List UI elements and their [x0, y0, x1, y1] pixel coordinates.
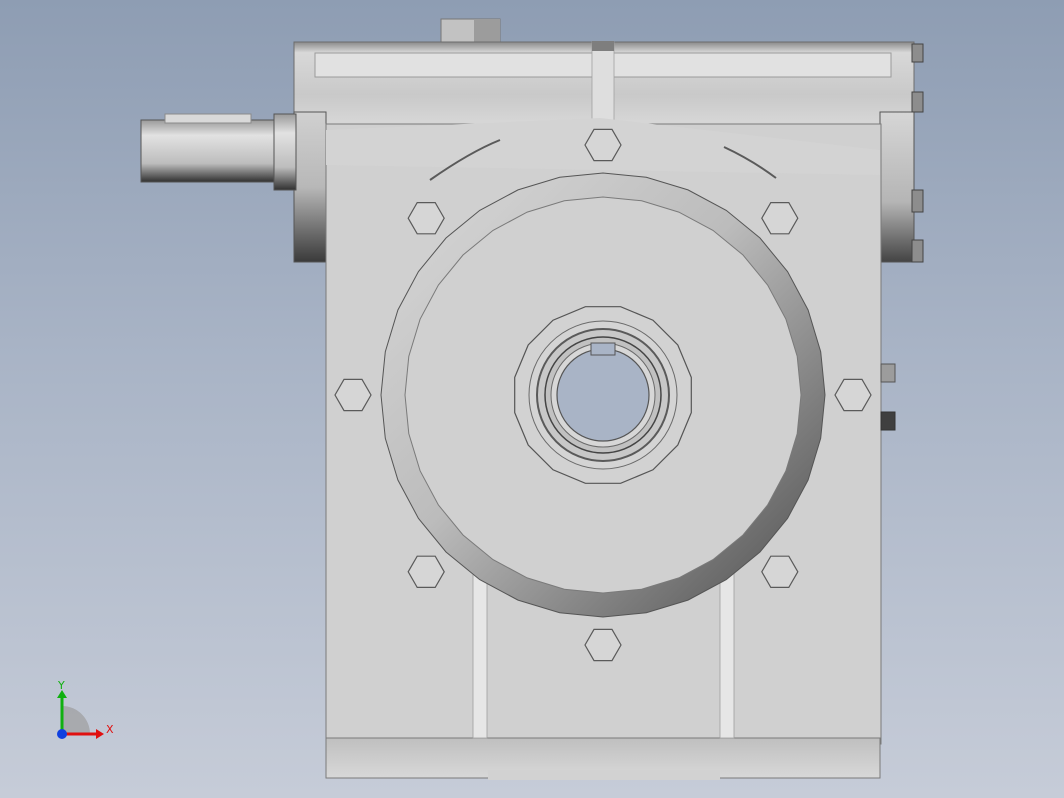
top-cap-shade: [474, 19, 500, 45]
left-side-flange: [293, 111, 327, 263]
oil-plug-top: [880, 363, 896, 383]
shaft-collar: [273, 113, 297, 191]
z-axis-dot: [57, 729, 67, 739]
base-notch: [488, 770, 720, 780]
oil-plug-bottom: [880, 411, 896, 431]
worm-housing-rib-cap: [592, 41, 614, 51]
worm-housing-rib: [591, 41, 615, 129]
triad-quadrant: [62, 706, 90, 734]
x-axis-head: [96, 729, 104, 739]
right-side-flange: [879, 111, 915, 263]
y-axis-label: Y: [57, 679, 65, 692]
gear-reducer-model[interactable]: [0, 0, 1064, 798]
input-shaft: [140, 119, 278, 183]
x-axis-label: X: [106, 723, 114, 736]
graphics-viewport[interactable]: X Y: [0, 0, 1064, 798]
shaft-key: [164, 113, 252, 124]
coordinate-triad: X Y: [57, 679, 114, 739]
